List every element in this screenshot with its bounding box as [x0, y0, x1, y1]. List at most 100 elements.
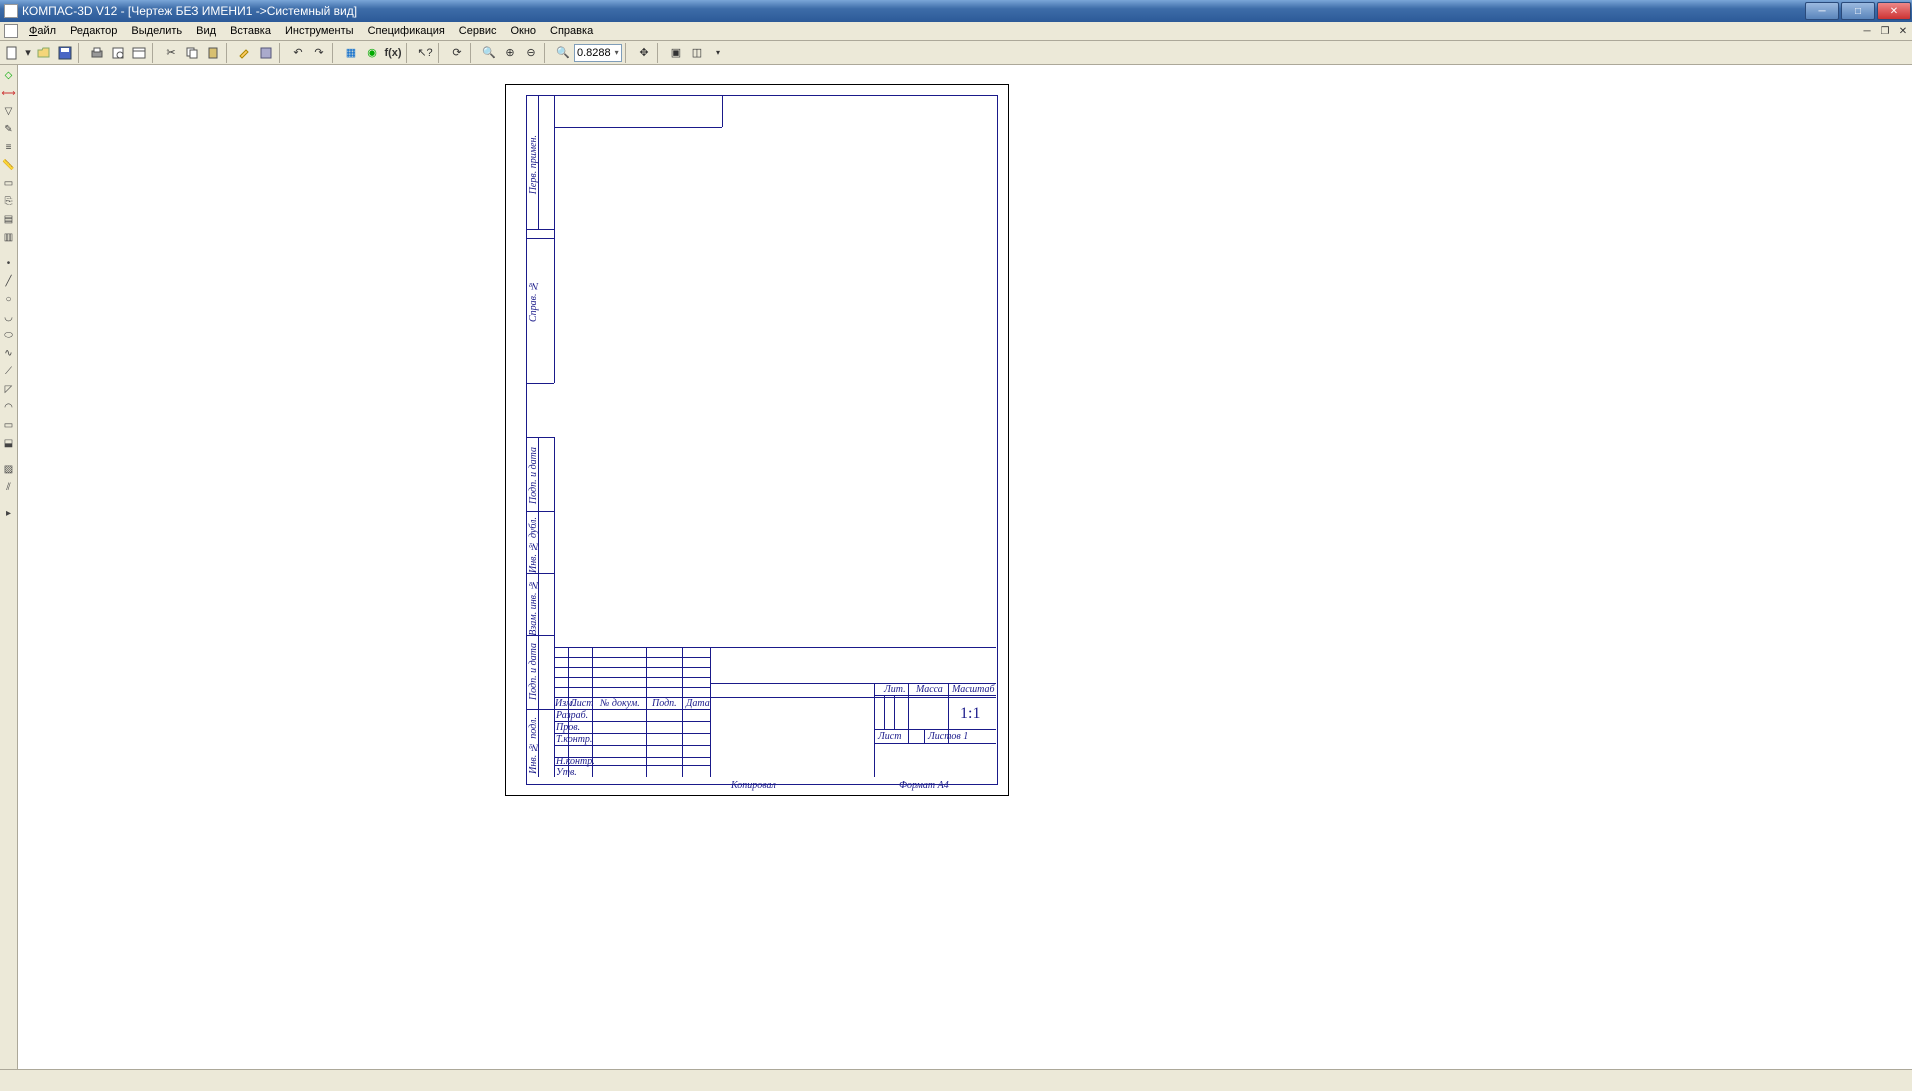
spline-tool[interactable]: ∿	[1, 345, 17, 361]
undo-button[interactable]: ↶	[288, 43, 308, 63]
print-button[interactable]	[87, 43, 107, 63]
preview-button[interactable]	[108, 43, 128, 63]
manager-button[interactable]: ◉	[362, 43, 382, 63]
props-panel-button[interactable]	[256, 43, 276, 63]
menu-edit[interactable]: Редактор	[63, 24, 124, 38]
razrab-label: Разраб.	[556, 710, 588, 721]
chamfer-tool[interactable]: ◸	[1, 381, 17, 397]
views-button[interactable]: ⎘	[1, 193, 17, 209]
podp-label: Подп.	[652, 698, 677, 709]
utv-label: Утв.	[556, 767, 577, 778]
panel-expand[interactable]: ▸	[1, 505, 17, 521]
titlebar: КОМПАС-3D V12 - [Чертеж БЕЗ ИМЕНИ1 ->Сис…	[0, 0, 1912, 22]
side-podp-data2-label: Подп. и дата	[528, 643, 539, 700]
minimize-button[interactable]: ─	[1805, 2, 1839, 20]
mdi-close-button[interactable]: ✕	[1895, 24, 1911, 38]
menu-spec[interactable]: Спецификация	[361, 24, 452, 38]
edit-geom-button[interactable]: ✎	[1, 121, 17, 137]
dimensions-button[interactable]: ⟷	[1, 85, 17, 101]
listov-label: Листов 1	[928, 731, 968, 742]
show-all-button[interactable]: ◫	[687, 43, 707, 63]
window-title: КОМПАС-3D V12 - [Чертеж БЕЗ ИМЕНИ1 ->Сис…	[22, 4, 1804, 18]
menu-tools[interactable]: Инструменты	[278, 24, 361, 38]
measure-button[interactable]: 📏	[1, 157, 17, 173]
kopiroval-label: Копировал	[731, 780, 776, 791]
equidistant-tool[interactable]: ⫽	[1, 479, 17, 495]
side-vzam-label: Взам. инв. №	[528, 579, 539, 636]
side-perv-primen-label: Перв. примен.	[528, 135, 539, 194]
ellipse-tool[interactable]: ⬭	[1, 327, 17, 343]
new-button[interactable]	[2, 43, 22, 63]
save-button[interactable]	[55, 43, 75, 63]
menu-select[interactable]: Выделить	[124, 24, 189, 38]
side-inv-dubl-label: Инв. № дубл.	[528, 517, 539, 573]
symbols-button[interactable]: ▽	[1, 103, 17, 119]
menu-insert[interactable]: Вставка	[223, 24, 278, 38]
pan-button[interactable]: ✥	[634, 43, 654, 63]
rectangle-tool[interactable]: ▭	[1, 417, 17, 433]
library-button[interactable]: ▦	[341, 43, 361, 63]
fit-button[interactable]: ▣	[666, 43, 686, 63]
new-dropdown-button[interactable]: ▾	[23, 43, 33, 63]
drawing-sheet: Перв. примен. Справ. № Подп. и дата Инв.…	[505, 84, 1009, 796]
copy-button[interactable]	[182, 43, 202, 63]
scale-value: 1:1	[960, 705, 980, 723]
variables-button[interactable]: f(x)	[383, 43, 403, 63]
point-tool[interactable]: •	[1, 255, 17, 271]
list2-label: Лист	[878, 731, 901, 742]
menu-file[interactable]: Файл	[22, 24, 63, 38]
mdi-restore-button[interactable]: ❐	[1877, 24, 1893, 38]
maximize-button[interactable]: □	[1841, 2, 1875, 20]
params-button[interactable]: ≡	[1, 139, 17, 155]
side-sprav-label: Справ. №	[528, 280, 539, 322]
cut-button[interactable]: ✂	[161, 43, 181, 63]
zoom-out-button[interactable]: ⊖	[521, 43, 541, 63]
properties-button[interactable]	[129, 43, 149, 63]
paste-button[interactable]	[203, 43, 223, 63]
toolbar1-overflow[interactable]: ▾	[708, 43, 728, 63]
open-button[interactable]	[34, 43, 54, 63]
help-context-button[interactable]: ↖?	[415, 43, 435, 63]
close-button[interactable]: ✕	[1877, 2, 1911, 20]
menu-window[interactable]: Окно	[503, 24, 543, 38]
reports-button[interactable]: ▥	[1, 229, 17, 245]
standard-toolbar: ▾ ✂ ↶ ↷ ▦ ◉ f(x) ↖? ⟳ 🔍 ⊕ ⊖ 🔍 0.8288▾ ✥ …	[0, 41, 1912, 65]
app-icon	[4, 4, 18, 18]
statusbar	[0, 1069, 1912, 1091]
select-panel-button[interactable]: ▭	[1, 175, 17, 191]
drawing-canvas[interactable]: Перв. примен. Справ. № Подп. и дата Инв.…	[18, 65, 1912, 1069]
side-inv-podl-label: Инв. № подл.	[528, 717, 539, 774]
hatch-tool[interactable]: ▨	[1, 461, 17, 477]
masshtab-label: Масштаб	[952, 684, 995, 695]
mdi-doc-icon	[4, 24, 18, 38]
zoom-scale-button[interactable]: 🔍	[553, 43, 573, 63]
format-label: Формат A4	[899, 780, 949, 791]
spec-button[interactable]: ▤	[1, 211, 17, 227]
ndokum-label: № докум.	[600, 698, 640, 709]
collect-tool[interactable]: ⬓	[1, 435, 17, 451]
nkontr-label: Н.контр.	[556, 756, 595, 767]
compact-panel: ◇ ⟷ ▽ ✎ ≡ 📏 ▭ ⎘ ▤ ▥ • ╱ ○ ◡ ⬭ ∿ ⟋ ◸ ◠ ▭ …	[0, 65, 18, 1069]
line-tool[interactable]: ╱	[1, 273, 17, 289]
arc-tool[interactable]: ◡	[1, 309, 17, 325]
menu-view[interactable]: Вид	[189, 24, 223, 38]
list-label: Лист	[570, 698, 593, 709]
menubar: Файл Редактор Выделить Вид Вставка Инстр…	[0, 22, 1912, 41]
zoom-window-button[interactable]: 🔍	[479, 43, 499, 63]
format-painter-button[interactable]	[235, 43, 255, 63]
geometry-button[interactable]: ◇	[1, 67, 17, 83]
prov-label: Пров.	[556, 722, 580, 733]
mdi-minimize-button[interactable]: ─	[1859, 24, 1875, 38]
fillet-tool[interactable]: ◠	[1, 399, 17, 415]
polyline-tool[interactable]: ⟋	[1, 363, 17, 379]
circle-tool[interactable]: ○	[1, 291, 17, 307]
menu-service[interactable]: Сервис	[452, 24, 504, 38]
menu-help[interactable]: Справка	[543, 24, 600, 38]
zoom-value: 0.8288	[577, 47, 611, 59]
zoom-combo[interactable]: 0.8288▾	[574, 44, 622, 62]
tkontr-label: Т.контр.	[556, 734, 592, 745]
redo-button[interactable]: ↷	[309, 43, 329, 63]
zoom-in-button[interactable]: ⊕	[500, 43, 520, 63]
refresh-button[interactable]: ⟳	[447, 43, 467, 63]
massa-label: Масса	[916, 684, 943, 695]
